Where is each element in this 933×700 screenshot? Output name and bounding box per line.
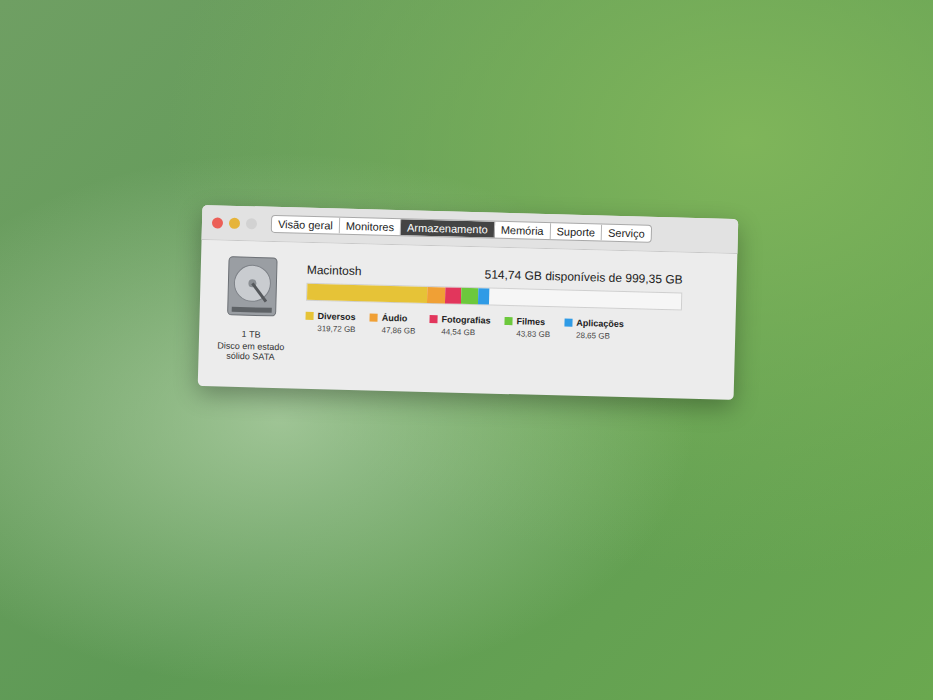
legend-size: 44,54 GB <box>429 327 490 338</box>
tab[interactable]: Armazenamento <box>401 219 495 237</box>
legend-label: Diversos <box>317 311 355 322</box>
volume-info: Macintosh 514,74 GB disponíveis de 999,3… <box>304 257 723 374</box>
legend-item: Áudio 47,86 GB <box>369 312 415 335</box>
storage-legend: Diversos 319,72 GB Áudio 47,86 GB Fotogr… <box>305 307 722 344</box>
legend-label: Áudio <box>382 313 408 324</box>
tab[interactable]: Memória <box>495 222 551 239</box>
storage-segment <box>478 288 489 304</box>
disk-info: 1 TB Disco em estado sólido SATA <box>212 254 291 362</box>
tab-bar: Visão geralMonitoresArmazenamentoMemória… <box>271 215 652 243</box>
legend-size: 43,83 GB <box>504 329 550 339</box>
legend-swatch <box>564 319 572 327</box>
legend-swatch <box>430 315 438 323</box>
disk-type: Disco em estado sólido SATA <box>212 340 288 362</box>
legend-item: Fotografias 44,54 GB <box>429 314 491 338</box>
legend-size: 47,86 GB <box>369 325 415 335</box>
legend-item: Aplicações 28,65 GB <box>564 318 624 342</box>
legend-size: 319,72 GB <box>305 324 355 334</box>
legend-label: Filmes <box>516 316 545 327</box>
available-space: 514,74 GB disponíveis de 999,35 GB <box>484 267 682 286</box>
title-bar: Visão geralMonitoresArmazenamentoMemória… <box>202 205 739 254</box>
tab[interactable]: Serviço <box>602 224 651 241</box>
close-button[interactable] <box>212 217 223 228</box>
legend-item: Diversos 319,72 GB <box>305 311 356 334</box>
tab[interactable]: Monitores <box>340 218 402 236</box>
legend-label: Fotografias <box>441 314 490 325</box>
desktop: Visão geralMonitoresArmazenamentoMemória… <box>0 0 933 700</box>
tab[interactable]: Visão geral <box>272 216 340 234</box>
legend-size: 28,65 GB <box>564 331 624 342</box>
storage-segment <box>461 288 478 304</box>
storage-segment <box>307 284 427 303</box>
window-controls <box>212 217 257 229</box>
legend-label: Aplicações <box>576 318 624 329</box>
legend-swatch <box>370 313 378 321</box>
minimize-button[interactable] <box>229 217 240 228</box>
storage-panel: 1 TB Disco em estado sólido SATA Macinto… <box>198 240 738 400</box>
legend-swatch <box>305 312 313 320</box>
legend-swatch <box>505 317 513 325</box>
about-this-mac-window: Visão geralMonitoresArmazenamentoMemória… <box>198 205 739 400</box>
storage-segment <box>445 287 462 303</box>
storage-segment <box>427 287 445 303</box>
zoom-button[interactable] <box>246 218 257 229</box>
disk-capacity: 1 TB <box>242 329 261 339</box>
hard-drive-icon <box>226 255 280 318</box>
tab[interactable]: Suporte <box>550 223 602 240</box>
storage-bar <box>306 283 682 311</box>
legend-item: Filmes 43,83 GB <box>504 316 550 339</box>
volume-name: Macintosh <box>307 263 362 278</box>
